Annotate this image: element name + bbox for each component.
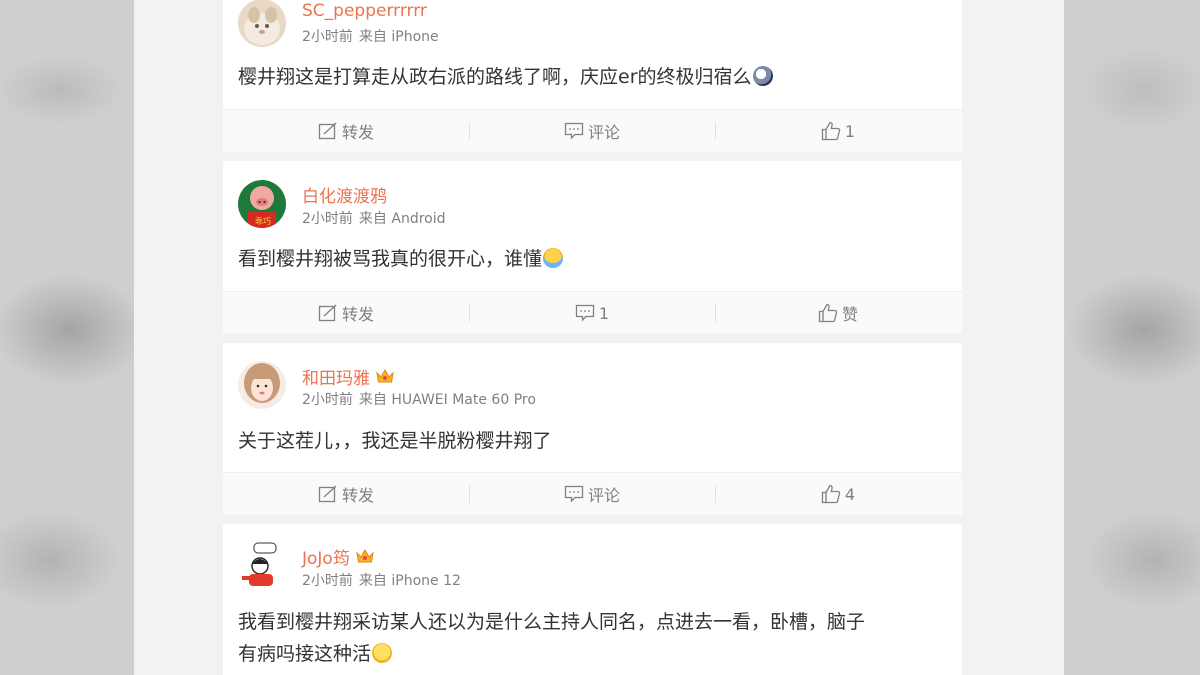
- username[interactable]: SC_pepperrrrrr: [302, 1, 427, 21]
- action-bar: 转发 评论 1: [223, 109, 962, 152]
- comment-card: JoJo筠 2小时前 来自 iPhone 12 我看到樱井翔采访某人还以为是什么主…: [223, 524, 962, 675]
- post-source: 来自 iPhone: [358, 29, 439, 45]
- username-text: JoJo筠: [302, 549, 350, 569]
- username[interactable]: 和田玛雅: [302, 364, 395, 390]
- blurred-background-right: [1064, 0, 1200, 675]
- like-button[interactable]: 4: [715, 473, 961, 515]
- post-meta: 2小时前 来自 iPhone 12: [302, 570, 461, 590]
- thinking-emoji-icon: [752, 66, 773, 86]
- comment-card: SC_pepperrrrrr 2小时前 来自 iPhone 樱井翔这是打算走从政右…: [223, 0, 962, 152]
- avatar[interactable]: [238, 361, 286, 409]
- comment-icon: [564, 122, 584, 140]
- comment-text: 看到樱井翔被骂我真的很开心，谁懂: [238, 243, 942, 275]
- like-count: 1: [844, 121, 856, 141]
- repost-icon: [318, 485, 337, 503]
- post-time: 2小时前: [302, 29, 353, 45]
- repost-label: 转发: [341, 123, 374, 142]
- comment-text-line: 关于这茬儿，，我还是半脱粉樱井翔了: [238, 430, 552, 452]
- comment-icon: [564, 485, 584, 503]
- avatar[interactable]: [238, 0, 286, 47]
- comment-button[interactable]: 评论: [469, 473, 715, 515]
- shocked-emoji-icon: [372, 643, 393, 663]
- comment-text-line: 有病吗接这种活: [238, 638, 942, 670]
- thumbs-up-icon: [818, 303, 838, 323]
- comment-icon: [575, 304, 595, 322]
- like-button[interactable]: 1: [715, 110, 961, 152]
- post-meta: 2小时前 来自 HUAWEI Mate 60 Pro: [302, 389, 536, 409]
- comment-text-line: 我看到樱井翔采访某人还以为是什么主持人同名，点进去一看，卧槽，脑子: [238, 611, 866, 633]
- svg-text:乖巧: 乖巧: [255, 216, 271, 226]
- thumbs-up-icon: [821, 121, 841, 141]
- post-time: 2小时前: [302, 573, 353, 589]
- post-source: 来自 HUAWEI Mate 60 Pro: [358, 392, 536, 408]
- like-button[interactable]: 赞: [715, 292, 961, 334]
- blurred-background-left: [0, 0, 134, 675]
- comment-text-line-2: 有病吗接这种活: [238, 643, 372, 665]
- post-time: 2小时前: [302, 211, 353, 227]
- username[interactable]: 白化渡渡鸦: [302, 182, 387, 207]
- post-meta: 2小时前 来自 iPhone: [302, 26, 439, 46]
- post-source: 来自 Android: [358, 211, 446, 227]
- repost-icon: [318, 304, 337, 322]
- username-text: 和田玛雅: [302, 369, 370, 389]
- action-bar: 转发 评论 4: [223, 472, 962, 515]
- username[interactable]: JoJo筠: [302, 544, 375, 570]
- repost-label: 转发: [341, 305, 374, 324]
- comment-text: 我看到樱井翔采访某人还以为是什么主持人同名，点进去一看，卧槽，脑子 有病吗接这种…: [238, 606, 942, 670]
- action-bar: 转发 1 赞: [223, 291, 962, 334]
- avatar[interactable]: 乖巧: [238, 180, 286, 228]
- comment-button[interactable]: 评论: [469, 110, 715, 152]
- repost-label: 转发: [341, 486, 374, 505]
- like-count: 4: [844, 484, 856, 504]
- repost-button[interactable]: 转发: [223, 473, 469, 515]
- avatar[interactable]: [238, 542, 286, 590]
- comment-label: 评论: [587, 486, 620, 505]
- post-meta: 2小时前 来自 Android: [302, 208, 446, 228]
- thumbs-up-icon: [821, 484, 841, 504]
- comment-text: 樱井翔这是打算走从政右派的路线了啊，庆应er的终极归宿么: [238, 61, 942, 93]
- post-time: 2小时前: [302, 392, 353, 408]
- crying-emoji-icon: [543, 248, 564, 268]
- comment-label: 评论: [587, 123, 620, 142]
- comment-button[interactable]: 1: [469, 292, 715, 334]
- comment-card: 乖巧 白化渡渡鸦 2小时前 来自 Android 看到樱井翔被骂我真的很开心，谁懂…: [223, 161, 962, 334]
- comment-text-line: 看到樱井翔被骂我真的很开心，谁懂: [238, 248, 543, 270]
- crown-icon: [375, 368, 395, 390]
- comment-card: 和田玛雅 2小时前 来自 HUAWEI Mate 60 Pro 关于这茬儿，，我还…: [223, 343, 962, 515]
- crown-icon: [355, 548, 375, 570]
- comment-text: 关于这茬儿，，我还是半脱粉樱井翔了: [238, 425, 942, 457]
- repost-button[interactable]: 转发: [223, 292, 469, 334]
- repost-icon: [318, 122, 337, 140]
- comment-text-line: 樱井翔这是打算走从政右派的路线了啊，庆应er的终极归宿么: [238, 66, 752, 88]
- like-label: 赞: [841, 305, 858, 324]
- comment-count: 1: [598, 303, 610, 323]
- post-source: 来自 iPhone 12: [358, 573, 461, 589]
- repost-button[interactable]: 转发: [223, 110, 469, 152]
